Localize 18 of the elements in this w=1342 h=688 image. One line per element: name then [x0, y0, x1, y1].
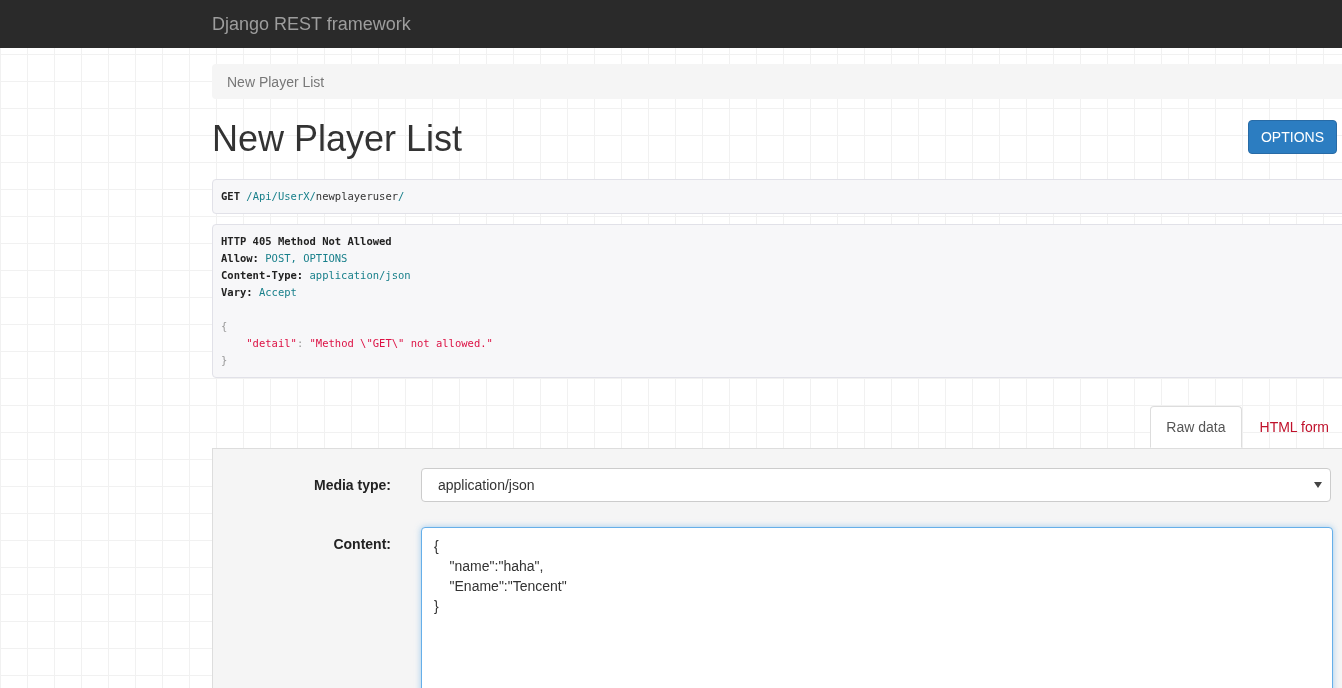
tab[interactable]: HTML form	[1243, 406, 1342, 448]
header-line: Allow: POST, OPTIONS	[221, 251, 349, 266]
json-brace: {	[221, 319, 229, 334]
brand-title[interactable]: Django REST framework	[212, 13, 411, 35]
field-label: Media type:	[313, 476, 391, 493]
field-label: Content:	[332, 535, 391, 552]
content-field[interactable]: { "name":"haha", "Ename":"Tencent" }	[421, 527, 1333, 688]
status-line: HTTP 405 Method Not Allowed	[221, 234, 393, 249]
page-title: New Player List	[212, 119, 463, 159]
media-type-select[interactable]: application/json	[421, 468, 1331, 502]
caret-icon	[1314, 482, 1322, 488]
json-line: "detail": "Method \"GET\" not allowed."	[245, 336, 494, 351]
tab[interactable]: Raw data	[1150, 406, 1242, 448]
header-line: Vary: Accept	[221, 285, 298, 300]
json-brace: }	[221, 353, 229, 368]
header-line: Content-Type: application/json	[221, 268, 412, 283]
options-button[interactable]: OPTIONS	[1248, 120, 1337, 154]
breadcrumb-item[interactable]: New Player List	[227, 73, 325, 90]
